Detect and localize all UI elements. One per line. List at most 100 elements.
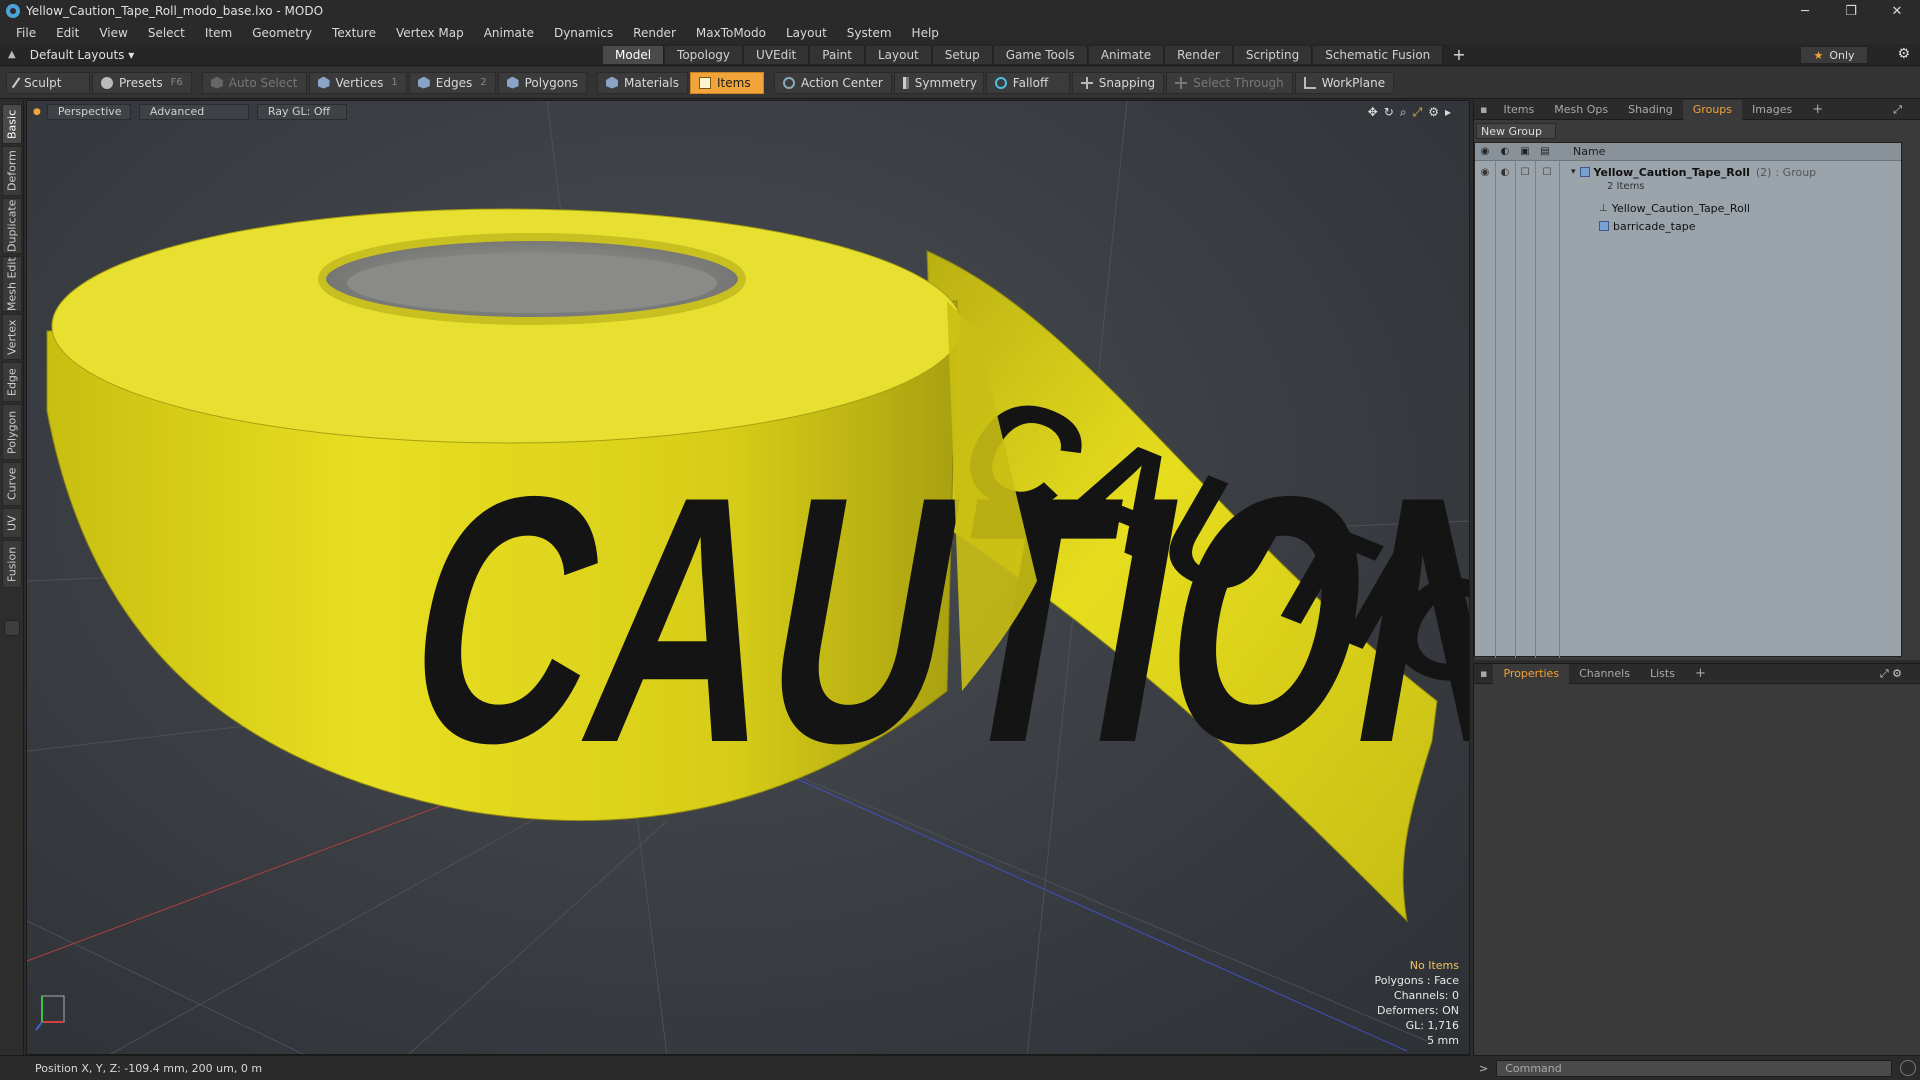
add-props-tab-button[interactable]: + [1685,664,1716,684]
menu-edit[interactable]: Edit [46,26,89,40]
panel-expand-icon[interactable]: ⤢ [1883,100,1912,120]
rotate-icon[interactable]: ↻ [1384,105,1394,120]
menu-render[interactable]: Render [623,26,686,40]
tab-groups[interactable]: Groups [1682,99,1743,120]
view-type-dropdown[interactable]: Perspective [46,104,131,120]
zoom-icon[interactable]: ⌕ [1400,105,1407,120]
command-history-icon[interactable]: > [1479,1062,1488,1075]
menu-select[interactable]: Select [138,26,195,40]
symmetry-button[interactable]: Symmetry [893,71,984,94]
sidebar-toggle-button[interactable] [4,620,20,636]
tab-layout[interactable]: Layout [865,46,932,64]
sculpt-button[interactable]: Sculpt [6,71,90,94]
fit-icon[interactable]: ⤢ [1413,105,1423,120]
name-column-header[interactable]: Name [1559,145,1605,158]
tab-scripting[interactable]: Scripting [1233,46,1313,64]
command-input[interactable] [1496,1059,1893,1077]
tab-schematic-fusion[interactable]: Schematic Fusion [1313,46,1444,64]
menu-geometry[interactable]: Geometry [242,26,322,40]
viewport-menu-icon[interactable]: ● [33,107,41,117]
presets-button[interactable]: Presets F6 [92,71,192,94]
new-group-button[interactable]: New Group [1476,123,1556,139]
select-through-button[interactable]: Select Through [1166,71,1293,94]
gear-icon[interactable]: ⚙ [1897,46,1910,62]
tree-row-item[interactable]: ⊥ Yellow_Caution_Tape_Roll [1475,199,1901,217]
visibility-eye-icon[interactable]: ◉ [1475,167,1495,178]
menu-animate[interactable]: Animate [474,26,544,40]
tree-scrollbar[interactable] [1906,142,1918,657]
menu-layout[interactable]: Layout [776,26,837,40]
tab-images[interactable]: Images [1742,100,1802,120]
menu-help[interactable]: Help [902,26,949,40]
tooltab-polygon[interactable]: Polygon [2,404,22,460]
tab-uvedit[interactable]: UVEdit [744,46,810,64]
menu-system[interactable]: System [837,26,902,40]
layout-collapse-icon[interactable]: ▲ [8,49,16,60]
menu-item[interactable]: Item [195,26,242,40]
advanced-dropdown[interactable]: Advanced [138,104,249,120]
menu-maxtomodo[interactable]: MaxToModo [686,26,776,40]
tree-row-item[interactable]: barricade_tape [1475,217,1901,235]
falloff-button[interactable]: Falloff [985,71,1070,94]
tooltab-mesh-edit[interactable]: Mesh Edit [2,256,22,312]
menu-view[interactable]: View [89,26,137,40]
vertices-button[interactable]: Vertices 1 [308,71,407,94]
eye-column-icon[interactable]: ◉ [1475,146,1495,157]
tooltab-fusion[interactable]: Fusion [2,540,22,588]
raygl-dropdown[interactable]: Ray GL: Off [256,104,347,120]
select-column-icon[interactable]: ▤ [1535,146,1555,157]
tooltab-vertex[interactable]: Vertex [2,314,22,360]
tab-channels[interactable]: Channels [1569,664,1640,684]
tab-setup[interactable]: Setup [932,46,993,64]
tab-animate[interactable]: Animate [1088,46,1165,64]
tooltab-edge[interactable]: Edge [2,362,22,402]
lock-toggle-icon[interactable]: ☐ [1515,167,1535,178]
only-toggle[interactable]: ★ Only [1800,46,1868,64]
items-button[interactable]: Items [690,71,764,94]
tab-topology[interactable]: Topology [665,46,744,64]
tab-paint[interactable]: Paint [810,46,865,64]
3d-viewport[interactable]: CAUTION CAUTION ● Perspective Advanced R… [26,100,1470,1055]
tooltab-uv[interactable]: UV [2,508,22,538]
menu-dynamics[interactable]: Dynamics [544,26,623,40]
tab-render[interactable]: Render [1165,46,1233,64]
menu-file[interactable]: File [6,26,46,40]
add-tab-button[interactable]: + [1444,46,1473,64]
minimize-button[interactable]: ─ [1782,0,1828,22]
tab-items[interactable]: Items [1493,100,1544,120]
snapping-button[interactable]: Snapping [1071,71,1165,94]
tab-mesh-ops[interactable]: Mesh Ops [1544,100,1618,120]
add-panel-tab-button[interactable]: + [1802,100,1833,120]
props-panel-expand-icon[interactable]: ⤢ ⚙ [1870,664,1912,684]
expand-arrow-icon[interactable]: ▾ [1571,167,1576,177]
tooltab-curve[interactable]: Curve [2,462,22,506]
materials-button[interactable]: Materials [596,71,688,94]
render-toggle-icon[interactable]: ◐ [1495,167,1515,178]
tab-model[interactable]: Model [603,46,665,64]
edges-button[interactable]: Edges 2 [408,71,496,94]
default-layouts-dropdown[interactable]: Default Layouts ▾ [30,48,135,62]
viewport-expand-icon[interactable]: ▸ [1445,105,1451,120]
menu-texture[interactable]: Texture [322,26,386,40]
select-toggle-icon[interactable]: ☐ [1535,167,1559,178]
auto-select-button[interactable]: Auto Select [201,71,307,94]
pan-icon[interactable]: ✥ [1368,105,1378,120]
tab-game-tools[interactable]: Game Tools [993,46,1088,64]
tooltab-deform[interactable]: Deform [2,146,22,196]
props-panel-menu-icon[interactable]: ▪ [1480,664,1493,684]
tooltab-duplicate[interactable]: Duplicate [2,198,22,254]
panel-menu-icon[interactable]: ▪ [1480,100,1493,120]
polygons-button[interactable]: Polygons [497,71,587,94]
close-button[interactable]: ✕ [1874,0,1920,22]
tab-lists[interactable]: Lists [1640,664,1685,684]
command-execute-icon[interactable] [1900,1060,1917,1076]
viewport-settings-icon[interactable]: ⚙ [1428,105,1439,120]
action-center-button[interactable]: Action Center [774,71,892,94]
maximize-button[interactable]: ❐ [1828,0,1874,22]
workplane-button[interactable]: WorkPlane [1294,71,1395,94]
lock-column-icon[interactable]: ▣ [1515,146,1535,157]
tree-row-group[interactable]: ◉ ◐ ☐ ☐ ▾ Yellow_Caution_Tape_Roll (2) :… [1475,163,1901,181]
render-column-icon[interactable]: ◐ [1495,146,1515,157]
tab-shading[interactable]: Shading [1618,100,1683,120]
tab-properties[interactable]: Properties [1493,663,1570,684]
